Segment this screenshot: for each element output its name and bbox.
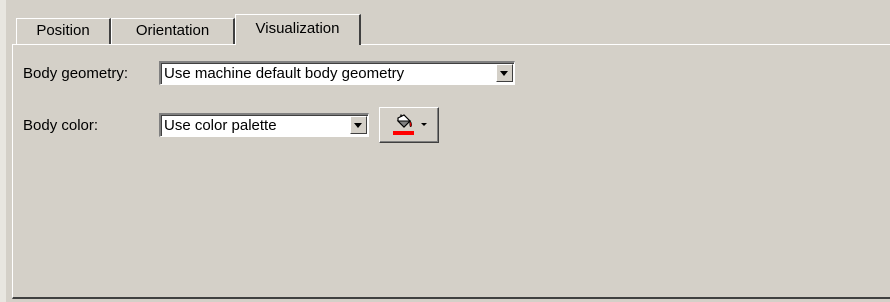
visualization-panel: Body geometry: Use machine default body … xyxy=(12,44,890,299)
body-geometry-label: Body geometry: xyxy=(23,65,129,82)
body-color-select[interactable]: Use color palette xyxy=(159,113,369,137)
color-swatch xyxy=(393,131,414,135)
window-left-edge xyxy=(0,0,6,302)
body-geometry-select[interactable]: Use machine default body geometry xyxy=(159,61,515,85)
tab-position-label: Position xyxy=(36,22,90,39)
body-color-dropdown-button[interactable] xyxy=(350,116,367,134)
chevron-down-icon xyxy=(500,71,508,76)
dialog-body: Position Orientation Visualization Body … xyxy=(0,0,890,302)
chevron-down-icon xyxy=(354,123,362,128)
body-color-value: Use color palette xyxy=(164,117,277,134)
body-color-label: Body color: xyxy=(23,117,99,134)
tab-visualization[interactable]: Visualization xyxy=(235,14,361,45)
body-geometry-value: Use machine default body geometry xyxy=(164,65,405,82)
body-geometry-dropdown-button[interactable] xyxy=(496,64,513,82)
tab-visualization-label: Visualization xyxy=(255,20,340,37)
color-dropdown-arrow-icon[interactable] xyxy=(421,123,427,126)
paint-bucket-icon xyxy=(396,114,412,128)
color-picker-button[interactable] xyxy=(379,107,439,143)
tab-position[interactable]: Position xyxy=(16,18,111,44)
tab-orientation[interactable]: Orientation xyxy=(111,18,235,44)
tab-orientation-label: Orientation xyxy=(135,22,210,39)
